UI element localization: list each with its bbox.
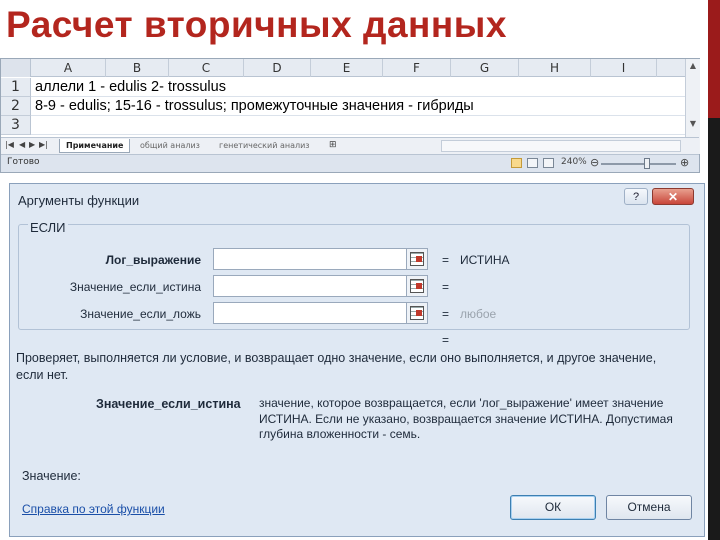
tab-general-analysis[interactable]: общий анализ (134, 139, 206, 153)
cell-a2[interactable]: 8-9 - edulis; 15-16 - trossulus; промежу… (35, 97, 474, 116)
close-button[interactable]: ✕ (652, 188, 694, 205)
cancel-button[interactable]: Отмена (606, 495, 692, 520)
arg-label-value-if-true: Значение_если_истина (69, 280, 201, 294)
function-arguments-dialog: Аргументы функции ? ✕ ЕСЛИ Лог_выражение… (9, 183, 705, 537)
arg-equals: = (442, 280, 450, 294)
table-row[interactable]: аллели 1 - edulis 2- trossulus (31, 78, 685, 97)
arg-result: ИСТИНА (460, 253, 510, 267)
table-row[interactable]: 8-9 - edulis; 15-16 - trossulus; промежу… (31, 97, 685, 116)
slide: Расчет вторичных данных A B C D E F G H … (0, 0, 720, 540)
collapse-dialog-button[interactable] (406, 248, 428, 270)
arg-equals: = (442, 253, 450, 267)
arg-equals: = (442, 307, 450, 321)
arg-result: любое (460, 307, 497, 321)
row-header-2[interactable]: 2 (1, 97, 31, 116)
dark-accent-bar (708, 118, 720, 540)
column-header-i[interactable]: I (591, 59, 657, 77)
range-select-icon (410, 279, 424, 293)
range-select-icon (410, 252, 424, 266)
dialog-title: Аргументы функции (18, 193, 140, 208)
function-name: ЕСЛИ (28, 220, 68, 235)
help-button[interactable]: ? (624, 188, 648, 205)
insert-sheet-icon[interactable]: ⊞ (329, 140, 337, 150)
horizontal-scrollbar[interactable] (441, 140, 681, 152)
table-row[interactable] (31, 116, 685, 135)
value-if-true-input[interactable] (213, 275, 407, 297)
range-select-icon (410, 306, 424, 320)
status-text: Готово (7, 157, 40, 167)
status-bar: Готово 240% ⊖ ⊕ (1, 154, 699, 172)
column-header-g[interactable]: G (451, 59, 519, 77)
first-sheet-icon[interactable]: |◀ (5, 140, 14, 149)
column-header-c[interactable]: C (169, 59, 244, 77)
cell-a1[interactable]: аллели 1 - edulis 2- trossulus (35, 78, 226, 97)
column-header-e[interactable]: E (311, 59, 383, 77)
column-header-d[interactable]: D (244, 59, 311, 77)
last-sheet-icon[interactable]: ▶| (39, 140, 48, 149)
red-accent-bar (708, 0, 720, 118)
column-header-a[interactable]: A (31, 59, 106, 77)
scroll-down-icon[interactable]: ▼ (688, 119, 698, 128)
zoom-in-icon[interactable]: ⊕ (680, 156, 689, 169)
logical-test-input[interactable] (213, 248, 407, 270)
row-header-1[interactable]: 1 (1, 78, 31, 97)
select-all-corner[interactable] (1, 59, 31, 77)
sheet-tabs-bar: |◀ ◀ ▶ ▶| Примечание общий анализ генети… (1, 137, 699, 154)
row-header-3[interactable]: 3 (1, 116, 31, 135)
decorative-side-bar (708, 0, 720, 540)
normal-view-icon[interactable] (511, 158, 522, 168)
zoom-slider-knob[interactable] (644, 158, 650, 169)
function-description: Проверяет, выполняется ли условие, и воз… (16, 351, 657, 382)
formula-value-label: Значение: (22, 469, 81, 483)
page-break-icon[interactable] (543, 158, 554, 168)
column-header-h[interactable]: H (519, 59, 591, 77)
column-headers: A B C D E F G H I (1, 59, 685, 77)
prev-sheet-icon[interactable]: ◀ (19, 140, 25, 149)
collapse-dialog-button[interactable] (406, 275, 428, 297)
arg-label-logical-test: Лог_выражение (105, 253, 201, 267)
zoom-out-icon[interactable]: ⊖ (590, 156, 599, 169)
zoom-slider[interactable] (601, 163, 676, 165)
spreadsheet: A B C D E F G H I 1 аллели 1 - edulis 2-… (0, 58, 700, 173)
next-sheet-icon[interactable]: ▶ (29, 140, 35, 149)
column-header-b[interactable]: B (106, 59, 169, 77)
page-layout-icon[interactable] (527, 158, 538, 168)
arg-label-value-if-false: Значение_если_ложь (80, 307, 201, 321)
slide-title: Расчет вторичных данных (6, 4, 507, 45)
argument-description-name: Значение_если_истина (96, 397, 241, 411)
ok-button[interactable]: ОК (510, 495, 596, 520)
function-help-link[interactable]: Справка по этой функции (22, 502, 165, 516)
column-header-f[interactable]: F (383, 59, 451, 77)
formula-result-equals: = (442, 333, 450, 347)
argument-description-text: значение, которое возвращается, если 'ло… (259, 396, 673, 441)
zoom-level[interactable]: 240% (561, 157, 587, 167)
tab-notes[interactable]: Примечание (59, 139, 131, 153)
value-if-false-input[interactable] (213, 302, 407, 324)
collapse-dialog-button[interactable] (406, 302, 428, 324)
tab-genetic-analysis[interactable]: генетический анализ (213, 139, 316, 153)
scroll-up-icon[interactable]: ▲ (688, 61, 698, 70)
